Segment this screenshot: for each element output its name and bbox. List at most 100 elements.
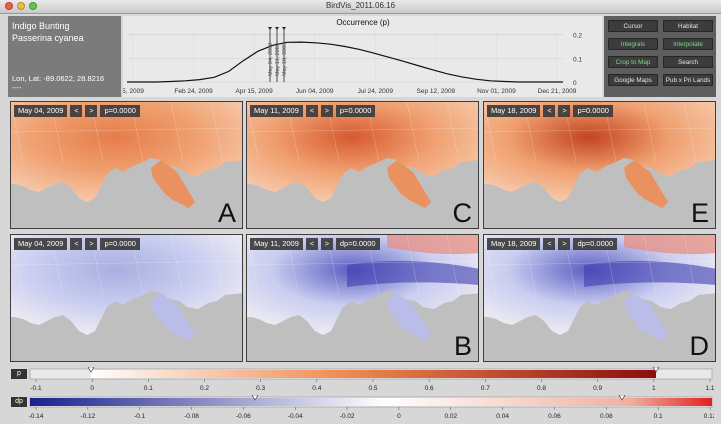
y-tick-label: 0.1 bbox=[573, 56, 582, 63]
y-tick-label: 0.2 bbox=[573, 33, 582, 40]
x-tick-label: 5, 2009 bbox=[123, 88, 144, 95]
land-region bbox=[11, 235, 242, 335]
scale-tick-label: 0.04 bbox=[496, 413, 509, 420]
x-tick-label: Feb 24, 2009 bbox=[174, 88, 213, 95]
map-panel[interactable]: May 11, 2009 < > p=0.0000 C bbox=[246, 101, 479, 229]
prev-date-button[interactable]: < bbox=[305, 105, 318, 117]
map-canvas[interactable] bbox=[11, 235, 243, 362]
scale-tick-label: 0.12 bbox=[704, 413, 714, 420]
x-tick-label: Dec 21, 2009 bbox=[538, 88, 577, 95]
p-scale-bar[interactable]: -0.1 0 0.1 0.2 0.3 0.4 0.5 0.6 0.7 0.8 0.9 1 1.1 bbox=[10, 367, 714, 394]
cursor-extra-readout: ---- bbox=[12, 85, 22, 92]
habitat-button[interactable]: Habitat bbox=[663, 20, 713, 32]
scale-tick-label: -0.08 bbox=[184, 413, 199, 420]
panel-letter-label: E bbox=[690, 198, 709, 228]
map-value-readout: p=0.0000 bbox=[100, 105, 140, 117]
date-marker-arrow[interactable] bbox=[275, 27, 279, 30]
google-maps-button[interactable]: Google Maps bbox=[608, 74, 658, 86]
map-toolbar: May 18, 2009 < > dp=0.0000 bbox=[487, 238, 618, 250]
next-date-button[interactable]: > bbox=[85, 105, 98, 117]
scale-tick-label: 0 bbox=[90, 385, 94, 392]
map-panel[interactable]: May 18, 2009 < > p=0.0000 E bbox=[483, 101, 716, 229]
panel-letter-label: D bbox=[689, 331, 710, 361]
scale-tick-label: 0.9 bbox=[593, 385, 602, 392]
map-date-label: May 11, 2009 bbox=[250, 238, 303, 250]
scale-tick-label: 0.1 bbox=[654, 413, 663, 420]
date-marker-arrow[interactable] bbox=[268, 27, 272, 30]
occurrence-chart[interactable]: Occurrence (p) 5, 2009 Feb 24, 2009 Apr 15,… bbox=[123, 16, 602, 97]
panel-letter-label: A bbox=[217, 198, 236, 228]
window-title: BirdVis_2011.06.16 bbox=[325, 1, 396, 10]
prev-date-button[interactable]: < bbox=[305, 238, 318, 250]
next-date-button[interactable]: > bbox=[558, 238, 571, 250]
scale-tick-label: 1.1 bbox=[705, 385, 714, 392]
dp-scale-bar[interactable]: -0.14 -0.12 -0.1 -0.08 -0.06 -0.04 -0.02 0 0.02 0… bbox=[10, 395, 714, 422]
prev-date-button[interactable]: < bbox=[70, 238, 83, 250]
cursor-button[interactable]: Cursor bbox=[608, 20, 658, 32]
x-tick-label: Jul 24, 2009 bbox=[358, 88, 394, 95]
map-value-readout: p=0.0000 bbox=[335, 105, 376, 117]
map-panel[interactable]: May 18, 2009 < > dp=0.0000 D bbox=[483, 234, 716, 362]
date-marker-label: May 18, 2009 bbox=[282, 43, 288, 76]
map-value-readout: dp=0.0000 bbox=[335, 238, 380, 250]
x-tick-label: Jun 04, 2009 bbox=[296, 88, 334, 95]
y-tick-label: 0 bbox=[573, 80, 577, 87]
scale-tick-label: -0.1 bbox=[30, 385, 42, 392]
map-canvas[interactable] bbox=[484, 235, 716, 362]
x-tick-label: Apr 15, 2009 bbox=[236, 88, 274, 95]
scale-tick-label: 0.6 bbox=[425, 385, 434, 392]
interpolate-button[interactable]: Interpolate bbox=[663, 38, 713, 50]
p-color-scale: p -0.1 0 0.1 0.2 0.3 0.4 0.5 0.6 0.7 0.8 0.9 1 1.1 bbox=[10, 367, 714, 394]
prev-date-button[interactable]: < bbox=[70, 105, 83, 117]
land-region bbox=[484, 102, 715, 202]
map-toolbar: May 11, 2009 < > dp=0.0000 bbox=[250, 238, 380, 250]
map-value-readout: p=0.0000 bbox=[100, 238, 140, 250]
scale-tick-label: 0.1 bbox=[144, 385, 153, 392]
species-scientific-name: Passerina cyanea bbox=[12, 33, 84, 43]
land-region bbox=[247, 102, 478, 202]
map-toolbar: May 04, 2009 < > p=0.0000 bbox=[14, 238, 140, 250]
map-date-label: May 11, 2009 bbox=[250, 105, 303, 117]
scale-tick-label: 0.7 bbox=[481, 385, 490, 392]
x-tick-label: Sep 12, 2009 bbox=[417, 88, 456, 95]
integrals-button[interactable]: Integrals bbox=[608, 38, 658, 50]
date-marker-arrow[interactable] bbox=[282, 27, 286, 30]
prev-date-button[interactable]: < bbox=[543, 238, 556, 250]
map-value-readout: dp=0.0000 bbox=[573, 238, 618, 250]
prev-date-button[interactable]: < bbox=[543, 105, 556, 117]
map-value-readout: p=0.0000 bbox=[573, 105, 613, 117]
map-toolbar: May 11, 2009 < > p=0.0000 bbox=[250, 105, 376, 117]
panel-letter-label: C bbox=[452, 198, 473, 228]
map-canvas[interactable] bbox=[247, 102, 479, 229]
x-tick-label: Nov 01, 2009 bbox=[477, 88, 516, 95]
crop-to-map-button[interactable]: Crop to Map bbox=[608, 56, 658, 68]
map-toolbar: May 18, 2009 < > p=0.0000 bbox=[487, 105, 613, 117]
occurrence-series-line bbox=[127, 41, 563, 83]
scale-tick-label: 1 bbox=[652, 385, 656, 392]
search-button[interactable]: Search bbox=[663, 56, 713, 68]
next-date-button[interactable]: > bbox=[85, 238, 98, 250]
dp-color-scale: dp -0.14 -0.12 -0.1 -0.08 -0.06 -0.04 -0.02 0 0.… bbox=[10, 395, 714, 422]
map-panel[interactable]: May 04, 2009 < > p=0.0000 A bbox=[10, 101, 243, 229]
occurrence-chart-svg[interactable]: Occurrence (p) 5, 2009 Feb 24, 2009 Apr 15,… bbox=[123, 16, 602, 97]
scale-tick-label: 0.4 bbox=[312, 385, 321, 392]
map-panel[interactable]: May 11, 2009 < > dp=0.0000 B bbox=[246, 234, 479, 362]
scale-tick-label: 0.02 bbox=[444, 413, 457, 420]
map-canvas[interactable] bbox=[484, 102, 716, 229]
map-canvas[interactable] bbox=[247, 235, 479, 362]
scale-gradient bbox=[30, 398, 712, 406]
scale-tick-label: 0 bbox=[397, 413, 401, 420]
next-date-button[interactable]: > bbox=[320, 238, 333, 250]
scale-tick-label: -0.12 bbox=[80, 413, 95, 420]
species-info-panel: Indigo Bunting Passerina cyanea Lon, Lat… bbox=[8, 16, 121, 97]
species-common-name: Indigo Bunting bbox=[12, 21, 70, 31]
map-panel[interactable]: May 04, 2009 < > p=0.0000 bbox=[10, 234, 243, 362]
next-date-button[interactable]: > bbox=[320, 105, 333, 117]
map-date-label: May 18, 2009 bbox=[487, 238, 541, 250]
chart-title: Occurrence (p) bbox=[336, 18, 390, 27]
map-date-label: May 18, 2009 bbox=[487, 105, 541, 117]
map-canvas[interactable] bbox=[11, 102, 243, 229]
pub-x-pri-lands-button[interactable]: Pub x Pri Lands bbox=[663, 74, 713, 86]
next-date-button[interactable]: > bbox=[558, 105, 571, 117]
cursor-lonlat-readout: Lon, Lat: -89.0622, 28.8216 bbox=[12, 74, 105, 83]
